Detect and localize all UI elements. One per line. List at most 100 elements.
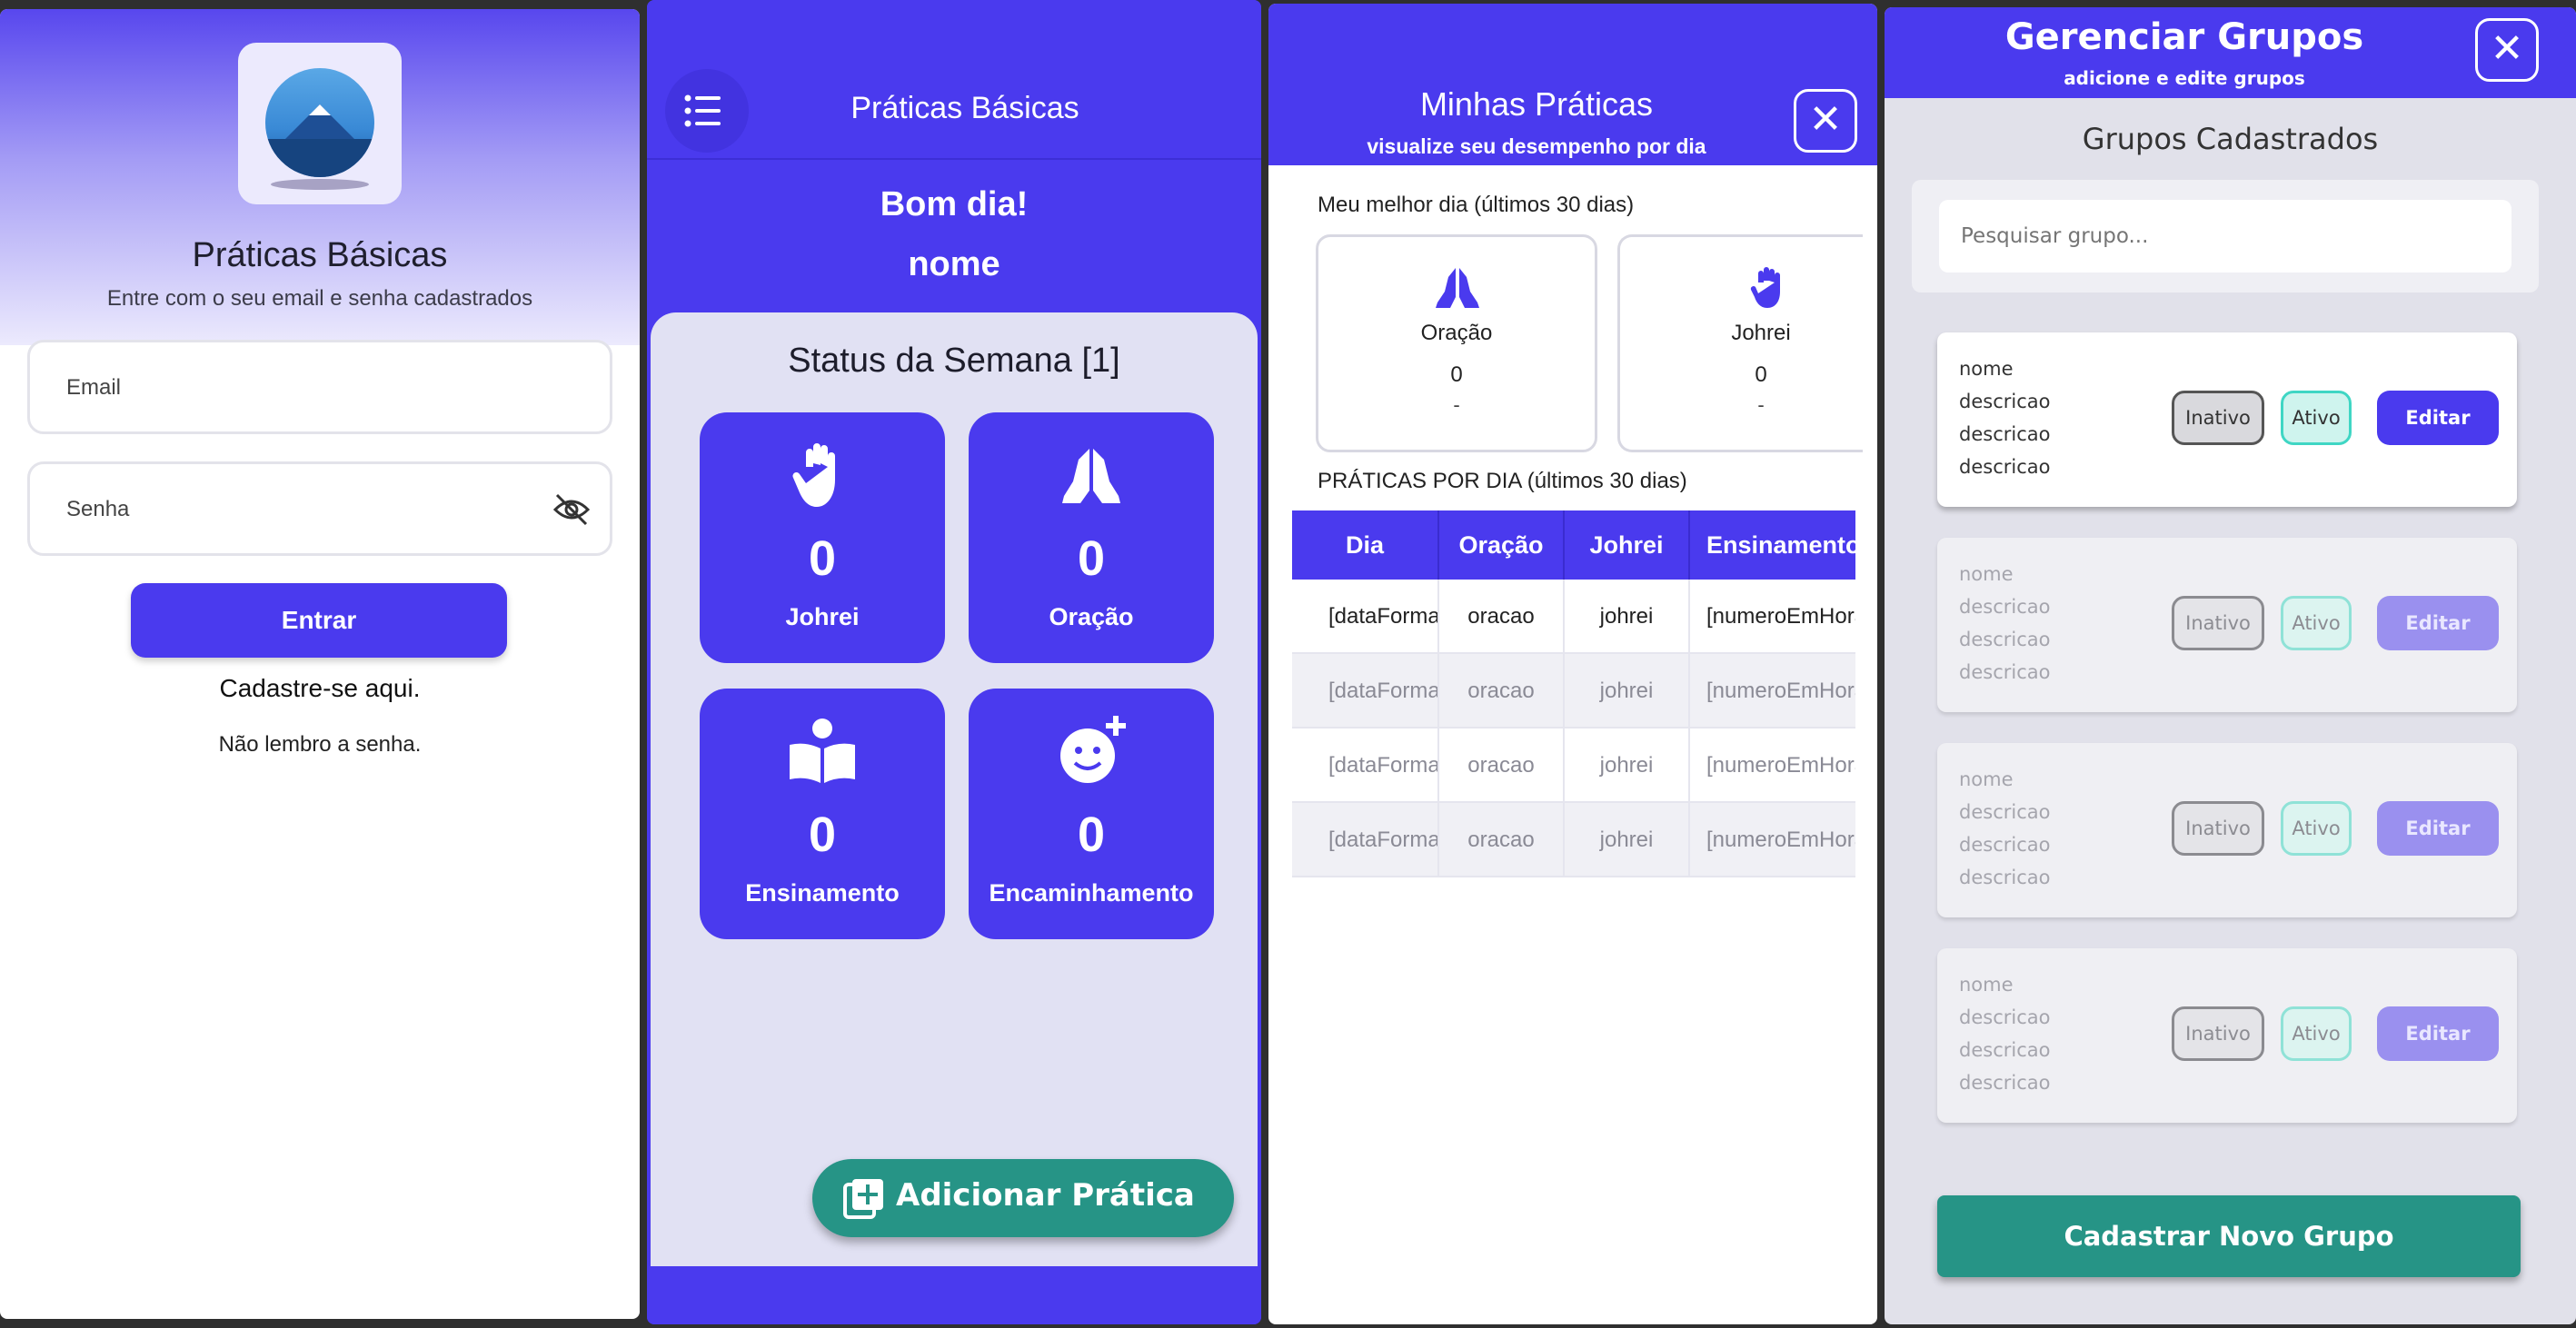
praying-hands-icon [1062,449,1120,503]
table-cell: [dataFormatada] [1292,580,1439,654]
inactive-button[interactable]: Inativo [2172,391,2264,445]
group-name: nome [1959,974,2014,996]
column-header: Oração [1439,510,1565,580]
search-input[interactable] [1939,200,2511,273]
edit-button[interactable]: Editar [2377,391,2499,445]
praying-hands-icon [1436,268,1479,308]
my-practices-subtitle: visualize seu desempenho por dia [1367,134,1706,158]
tile-label: Encaminhamento [989,879,1194,907]
tile-ensinamento[interactable]: 0 Ensinamento [700,689,945,939]
group-description: descricao [1959,456,2051,478]
group-info: nome descricao descricao descricao [1959,352,2050,483]
best-card-oracao: Oração 0 - [1316,234,1597,452]
email-field[interactable]: Email [27,340,612,434]
mountain-logo-icon [265,68,374,177]
table-cell: johrei [1565,803,1690,877]
table-cell: [numeroEmHora] [1706,604,1855,629]
login-button[interactable]: Entrar [131,583,507,658]
group-name: nome [1959,358,2014,380]
table-cell: [dataFormatada] [1292,728,1439,803]
login-screen: Práticas Básicas Entre com o seu email e… [0,9,640,1319]
add-practice-button[interactable]: Adicionar Prática [812,1159,1234,1237]
groups-section-title: Grupos Cadastrados [2082,122,2379,156]
groups-header: Gerenciar Grupos adicione e edite grupos… [1885,7,2576,98]
group-name: nome [1959,768,2014,790]
close-button[interactable]: ✕ [1794,89,1857,153]
week-status-title: Status da Semana [1] [788,342,1120,380]
group-description: descricao [1959,391,2051,412]
group-description: descricao [1959,661,2051,683]
list-menu-icon [684,94,721,127]
column-header: Johrei [1565,510,1690,580]
tile-label: Johrei [785,603,860,630]
search-container [1912,180,2539,292]
edit-button[interactable]: Editar [2377,1006,2499,1061]
group-description: descricao [1959,834,2051,856]
table-cell: [numeroEmHora] [1706,679,1855,703]
manage-groups-screen: Gerenciar Grupos adicione e edite grupos… [1885,7,2576,1324]
login-subtitle: Entre com o seu email e senha cadastrado… [106,286,533,311]
group-description: descricao [1959,1072,2051,1094]
edit-button[interactable]: Editar [2377,801,2499,856]
menu-button[interactable] [661,69,749,160]
active-button[interactable]: Ativo [2281,1006,2352,1061]
raised-hand-icon [1750,267,1780,308]
table-cell: oracao [1439,803,1565,877]
table-row[interactable]: [dataFormatada] oracao johrei [numeroEmH… [1292,654,1855,728]
table-cell: oracao [1439,654,1565,728]
table-cell: johrei [1565,728,1690,803]
password-field[interactable]: Senha [27,461,612,556]
table-header: Dia Oração Johrei Ensinamento [1292,510,1855,580]
eye-off-icon[interactable] [552,491,592,528]
group-description: descricao [1959,867,2051,888]
column-header: Dia [1292,510,1439,580]
per-day-label: PRÁTICAS POR DIA (últimos 30 dias) [1318,469,1687,493]
forgot-password-link[interactable]: Não lembro a senha. [0,732,640,758]
password-placeholder: Senha [66,497,130,521]
group-description: descricao [1959,1006,2051,1028]
table-cell: [numeroEmHora] [1706,753,1855,778]
tile-value: 0 [808,808,837,862]
group-description: descricao [1959,423,2051,445]
group-description: descricao [1959,1039,2051,1061]
home-screen: Práticas Básicas Bom dia! nome Status da… [647,0,1261,1324]
login-title: Práticas Básicas [192,236,448,274]
inactive-button[interactable]: Inativo [2172,801,2264,856]
group-card: nome descricao descricao descricao Inati… [1937,332,2517,507]
table-cell: johrei [1565,654,1690,728]
edit-button[interactable]: Editar [2377,596,2499,650]
tile-johrei[interactable]: 0 Johrei [700,412,945,663]
tile-value: 0 [808,531,837,586]
best-card-name: Oração [1420,321,1493,345]
tile-label: Ensinamento [745,879,900,907]
register-link[interactable]: Cadastre-se aqui. [0,674,640,703]
register-group-button[interactable]: Cadastrar Novo Grupo [1937,1195,2521,1277]
inactive-button[interactable]: Inativo [2172,1006,2264,1061]
best-card-extra: - [1757,393,1765,416]
active-button[interactable]: Ativo [2281,801,2352,856]
table-cell: johrei [1565,580,1690,654]
table-row[interactable]: [dataFormatada] oracao johrei [numeroEmH… [1292,803,1855,877]
app-logo [238,43,402,204]
active-button[interactable]: Ativo [2281,596,2352,650]
add-box-icon [843,1179,883,1219]
table-row[interactable]: [dataFormatada] oracao johrei [numeroEmH… [1292,728,1855,803]
tile-oracao[interactable]: 0 Oração [969,412,1214,663]
group-info: nome descricao descricao descricao [1959,968,2050,1099]
tile-encaminhamento[interactable]: 0 Encaminhamento [969,689,1214,939]
best-day-label: Meu melhor dia (últimos 30 dias) [1318,193,1635,217]
app-screens: Práticas Básicas Entre com o seu email e… [0,0,2576,1328]
reading-person-icon [790,719,855,783]
inactive-button[interactable]: Inativo [2172,596,2264,650]
group-card: nome descricao descricao descricao Inati… [1937,538,2517,712]
group-description: descricao [1959,629,2051,650]
tile-value: 0 [1077,808,1106,862]
table-cell: [dataFormatada] [1292,654,1439,728]
close-button[interactable]: ✕ [2475,18,2539,82]
active-button[interactable]: Ativo [2281,391,2352,445]
table-row[interactable]: [dataFormatada] oracao johrei [numeroEmH… [1292,580,1855,654]
practices-table: Dia Oração Johrei Ensinamento [dataForma… [1292,510,1855,887]
best-card-name: Johrei [1731,321,1791,345]
add-reaction-icon [1060,716,1126,783]
best-card-value: 0 [1755,362,1767,387]
